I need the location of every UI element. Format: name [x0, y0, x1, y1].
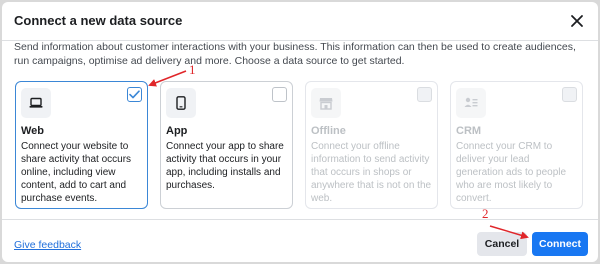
source-name: CRM [456, 125, 482, 137]
dialog-title: Connect a new data source [14, 13, 183, 28]
close-icon[interactable] [568, 12, 586, 30]
give-feedback-link[interactable]: Give feedback [14, 239, 81, 251]
annotation-step-2: 2 [482, 206, 489, 221]
dialog-footer: Give feedback Cancel Connect [2, 219, 598, 263]
connect-button[interactable]: Connect [532, 232, 588, 256]
source-card-web[interactable]: Web Connect your website to share activi… [15, 81, 148, 209]
source-name: App [166, 125, 188, 137]
source-description: Connect your website to share activity t… [21, 141, 132, 204]
checkbox-crm [562, 87, 577, 102]
checkbox-offline [417, 87, 432, 102]
annotation-step-1: 1 [189, 62, 196, 77]
laptop-icon [21, 88, 51, 118]
contacts-icon [456, 88, 486, 118]
source-card-app[interactable]: App Connect your app to share activity t… [160, 81, 293, 209]
source-name: Web [21, 125, 45, 137]
cancel-button[interactable]: Cancel [477, 232, 527, 256]
source-name: Offline [311, 125, 346, 137]
store-icon [311, 88, 341, 118]
checkbox-web[interactable] [127, 87, 142, 102]
source-card-crm: CRM Connect your CRM to deliver your lea… [450, 81, 583, 209]
source-description: Connect your CRM to deliver your lead ge… [456, 141, 567, 204]
connect-data-source-dialog: Connect a new data source Send informati… [2, 2, 598, 262]
source-card-offline: Offline Connect your offline information… [305, 81, 438, 209]
phone-icon [166, 88, 196, 118]
source-description: Connect your app to share activity that … [166, 141, 284, 191]
source-description: Connect your offline information to send… [311, 141, 432, 204]
dialog-header: Connect a new data source [2, 2, 598, 41]
dialog-description: Send information about customer interact… [14, 41, 576, 67]
checkbox-app[interactable] [272, 87, 287, 102]
